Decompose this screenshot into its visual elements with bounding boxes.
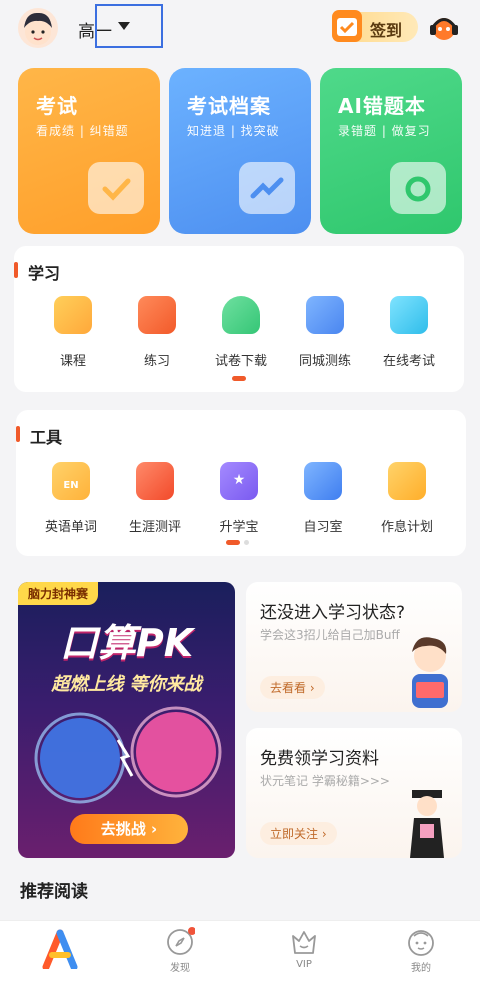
study-item-city-test[interactable]: 同城测练 [280, 296, 370, 369]
nav-label: 我的 [411, 963, 431, 974]
item-label: 练习 [143, 354, 170, 369]
tools-item-schedule-plan[interactable]: 作息计划 [362, 462, 452, 535]
document-icon [304, 462, 342, 500]
banner-subtitle: 超燃上线 等你来战 [51, 674, 202, 695]
compass-icon [167, 927, 195, 955]
item-label: 在线考试 [382, 354, 435, 369]
exam-archive-card[interactable]: 考试档案 知进退 | 找突破 [169, 68, 311, 234]
item-label: 自习室 [303, 520, 343, 535]
mental-math-pk-banner[interactable]: 脑力封神赛 口算PK 超燃上线 等你来战 去挑战 › [18, 582, 235, 858]
item-label: 作息计划 [380, 520, 433, 535]
app-logo-icon [42, 929, 78, 969]
en-icon: EN [52, 462, 90, 500]
study-state-card[interactable]: 还没进入学习状态? 学会这3招儿给自己加Buff 去看看 › [246, 582, 462, 712]
tools-section: 工具 EN 英语单词 生涯测评 ★ 升学宝 自习室 作息计划 [16, 410, 466, 556]
item-label: 试卷下载 [214, 354, 267, 369]
item-label: 课程 [59, 354, 86, 369]
card-subtitle: 录错题 | 做复习 [338, 124, 431, 138]
video-icon [54, 296, 92, 334]
info-title: 还没进入学习状态? [260, 603, 406, 623]
card-subtitle: 看成绩 | 纠错题 [36, 124, 129, 138]
page-indicator [232, 376, 262, 381]
cloud-download-icon [222, 296, 260, 334]
banner-tag: 脑力封神赛 [18, 582, 99, 605]
page-dot-active [232, 376, 246, 381]
card-title: 考试档案 [187, 94, 271, 118]
page-indicator [226, 540, 256, 545]
nav-label: 发现 [170, 963, 190, 974]
button-label: 立即关注 [270, 827, 319, 841]
pencil-doc-icon [138, 296, 176, 334]
study-section: 学习 课程 练习 试卷下载 同城测练 在线考试 [14, 246, 464, 392]
crown-icon [292, 931, 316, 954]
avatar-face-icon [24, 12, 52, 45]
nav-label: VIP [296, 959, 312, 970]
checkbox-calendar-icon [332, 10, 362, 42]
info-title: 免费领学习资料 [260, 749, 379, 769]
tools-item-english-words[interactable]: EN 英语单词 [26, 462, 116, 535]
nav-mine[interactable]: 我的 [381, 927, 461, 974]
banner-title: 口算PK [59, 621, 194, 665]
page-dot [244, 540, 249, 545]
section-title: 工具 [30, 428, 63, 447]
free-materials-card[interactable]: 免费领学习资料 状元笔记 学霸秘籍>>> 立即关注 › [246, 728, 462, 858]
section-title: 学习 [28, 264, 61, 283]
avatar[interactable] [18, 8, 58, 48]
section-marker [14, 262, 18, 278]
item-label: 生涯测评 [128, 520, 181, 535]
fists-illustration-icon [34, 706, 222, 804]
study-item-practice[interactable]: 练习 [112, 296, 202, 369]
exam-card[interactable]: 考试 看成绩 | 纠错题 [18, 68, 160, 234]
signin-label: 签到 [370, 21, 403, 40]
nav-home[interactable] [20, 927, 100, 969]
ai-mistake-book-card[interactable]: AI错题本 录错题 | 做复习 [320, 68, 462, 234]
folder-icon [390, 296, 428, 334]
card-title: 考试 [36, 94, 78, 118]
button-label: 去看看 [270, 681, 307, 695]
follow-now-button[interactable]: 立即关注 › [260, 822, 337, 845]
grade-selector-highlight[interactable] [95, 4, 163, 48]
recommended-reading-title: 推荐阅读 [20, 882, 88, 902]
tools-item-study-room[interactable]: 自习室 [278, 462, 368, 535]
star-book-icon: ★ [220, 462, 258, 500]
nav-discover[interactable]: 发现 [140, 927, 220, 974]
go-look-button[interactable]: 去看看 › [260, 676, 325, 699]
check-icon [88, 162, 144, 214]
page-dot-active [226, 540, 240, 545]
calendar-icon [388, 462, 426, 500]
info-subtitle: 学会这3招儿给自己加Buff [260, 628, 400, 642]
item-label: 英语单词 [44, 520, 97, 535]
study-item-course[interactable]: 课程 [28, 296, 118, 369]
nav-vip[interactable]: VIP [264, 927, 344, 970]
bottom-nav: 发现 VIP 我的 [0, 920, 480, 989]
face-icon [408, 930, 434, 956]
study-item-online-exam[interactable]: 在线考试 [364, 296, 454, 369]
report-icon [136, 462, 174, 500]
card-title: AI错题本 [338, 94, 426, 118]
study-item-paper-download[interactable]: 试卷下载 [196, 296, 286, 369]
check-doc-icon [306, 296, 344, 334]
item-label: 同城测练 [298, 354, 351, 369]
scholar-illustration-icon [410, 790, 444, 858]
mascot-icon[interactable] [428, 12, 460, 44]
section-marker [16, 426, 20, 442]
trend-folder-icon [239, 162, 295, 214]
item-label: 升学宝 [219, 520, 259, 535]
camera-icon [390, 162, 446, 214]
info-subtitle: 状元笔记 学霸秘籍>>> [260, 774, 390, 788]
go-challenge-button[interactable]: 去挑战 › [70, 814, 188, 844]
tools-item-admission-helper[interactable]: ★ 升学宝 [194, 462, 284, 535]
signin-button[interactable]: 签到 [332, 10, 418, 42]
reading-boy-icon [412, 637, 448, 708]
tools-item-career-assessment[interactable]: 生涯测评 [110, 462, 200, 535]
button-label: 去挑战 [100, 820, 146, 838]
card-subtitle: 知进退 | 找突破 [187, 124, 280, 138]
